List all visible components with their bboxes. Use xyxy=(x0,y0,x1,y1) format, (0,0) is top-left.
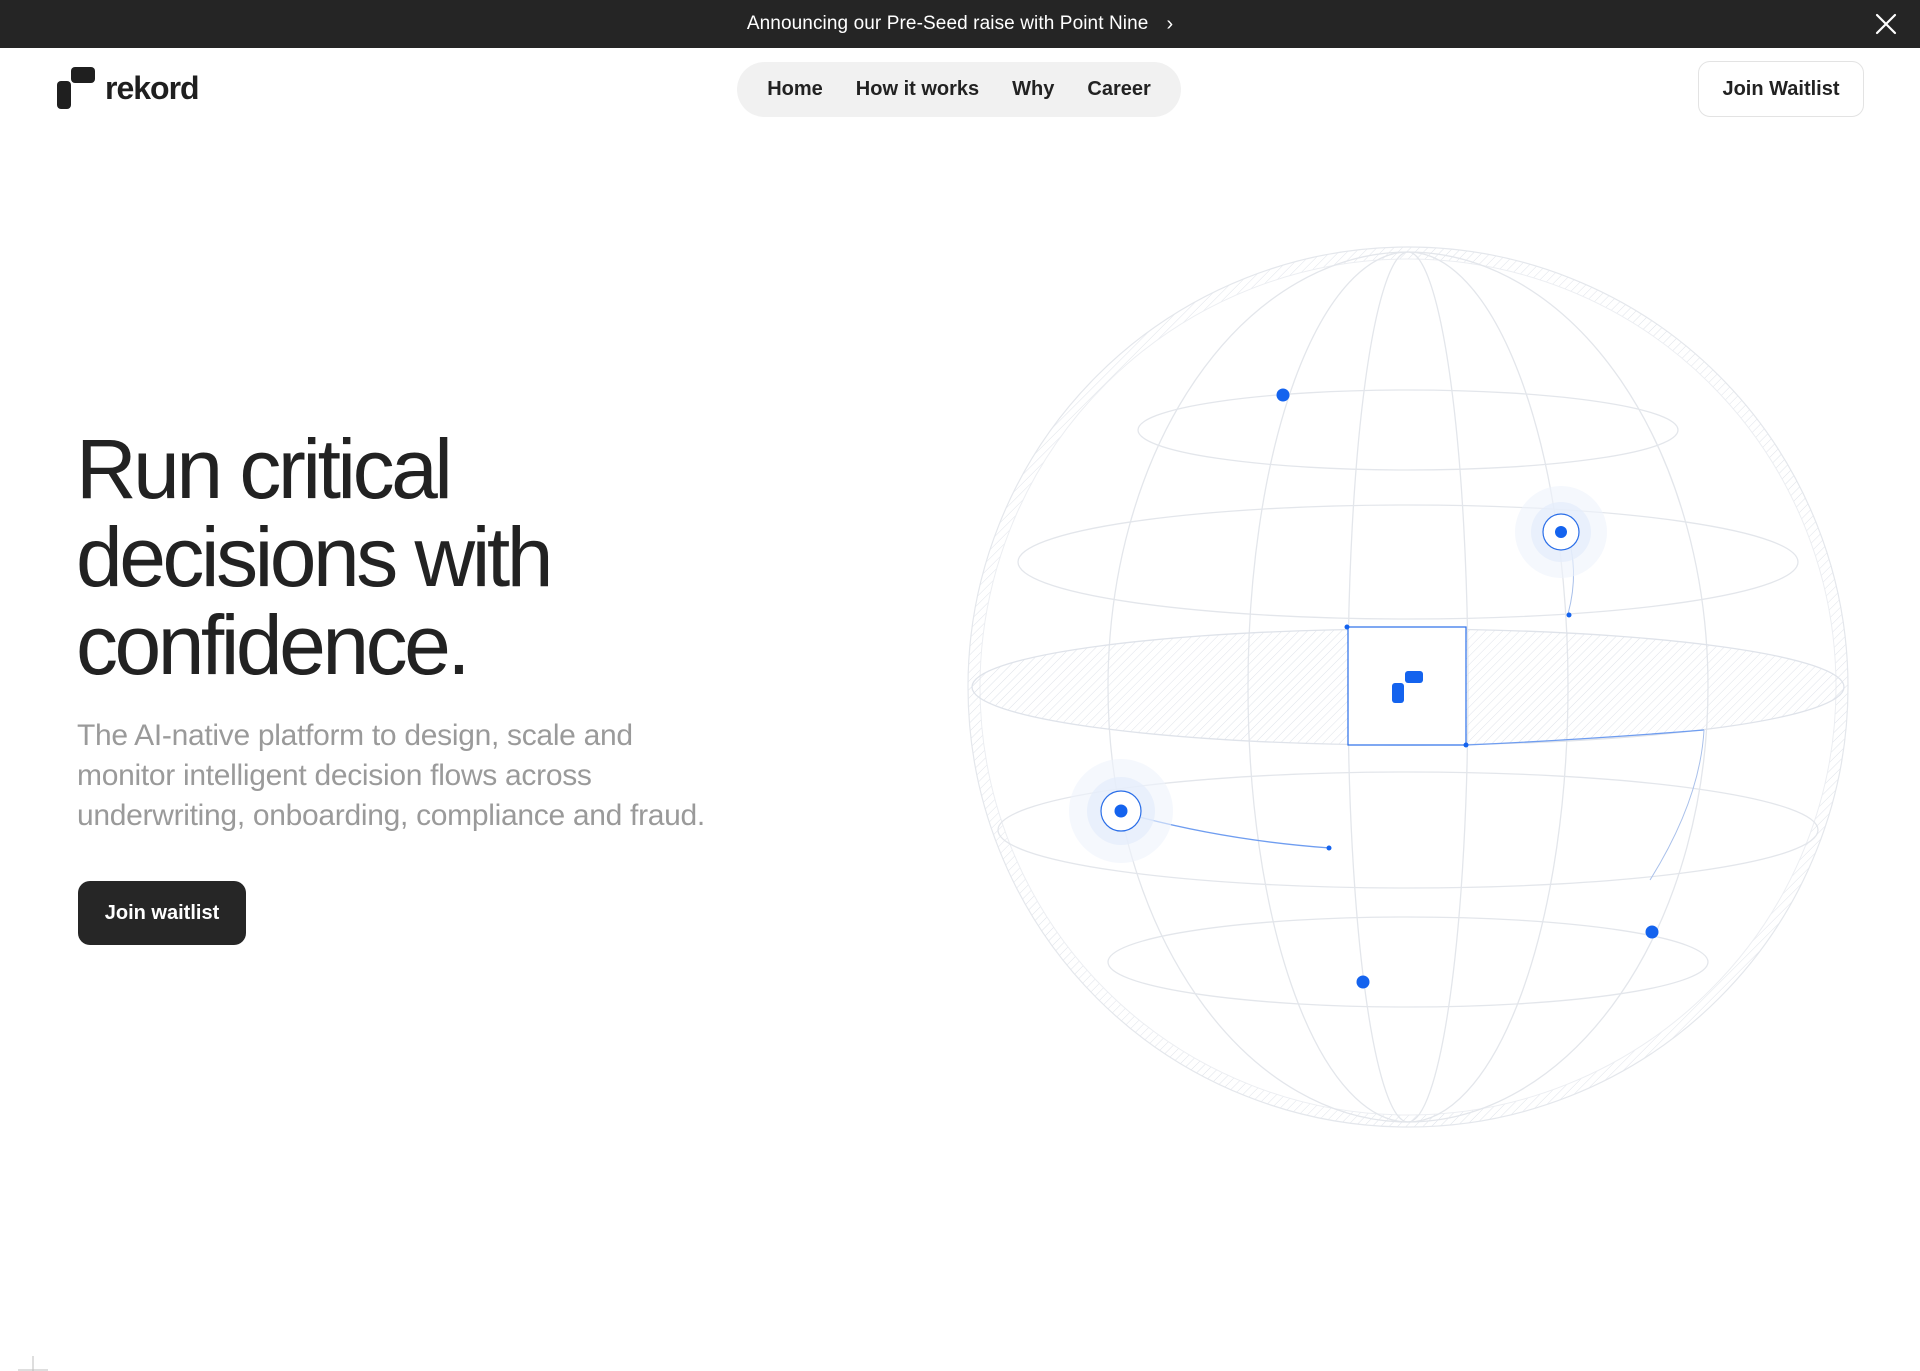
hero-title: Run critical decisions with confidence. xyxy=(76,425,776,689)
chevron-right-icon[interactable]: › xyxy=(1166,14,1173,34)
globe-node xyxy=(1276,388,1290,402)
hero-subtitle: The AI-native platform to design, scale … xyxy=(77,716,797,836)
hero-title-line: Run critical xyxy=(76,422,453,516)
globe-illustration xyxy=(967,246,1849,1128)
rekord-logo-icon xyxy=(57,67,95,109)
join-waitlist-hero-button[interactable]: Join waitlist xyxy=(78,881,246,945)
nav-item-career[interactable]: Career xyxy=(1087,78,1150,101)
close-icon[interactable] xyxy=(1874,12,1898,36)
hero-subtitle-line: monitor intelligent decision flows acros… xyxy=(77,759,592,792)
nav-item-home[interactable]: Home xyxy=(767,78,823,101)
announcement-bar[interactable]: Announcing our Pre-Seed raise with Point… xyxy=(0,0,1920,48)
globe-node xyxy=(1645,925,1659,939)
brand-logo[interactable]: rekord xyxy=(57,67,200,109)
hero-subtitle-line: underwriting, onboarding, compliance and… xyxy=(77,799,705,832)
nav-item-how-it-works[interactable]: How it works xyxy=(856,78,979,101)
main-nav: Home How it works Why Career xyxy=(737,62,1181,117)
brand-name: rekord xyxy=(105,69,200,106)
hero-title-line: confidence. xyxy=(76,598,471,692)
hero-title-line: decisions with xyxy=(76,510,553,604)
corner-crosshair-icon xyxy=(18,1356,48,1371)
globe-node-halo xyxy=(1069,759,1173,863)
announcement-text[interactable]: Announcing our Pre-Seed raise with Point… xyxy=(747,13,1149,35)
hero-subtitle-line: The AI-native platform to design, scale … xyxy=(77,719,633,752)
nav-item-why[interactable]: Why xyxy=(1012,78,1054,101)
join-waitlist-header-button[interactable]: Join Waitlist xyxy=(1698,61,1864,117)
globe-node xyxy=(1356,975,1370,989)
center-card xyxy=(1347,626,1467,746)
globe-node-halo xyxy=(1515,486,1607,578)
